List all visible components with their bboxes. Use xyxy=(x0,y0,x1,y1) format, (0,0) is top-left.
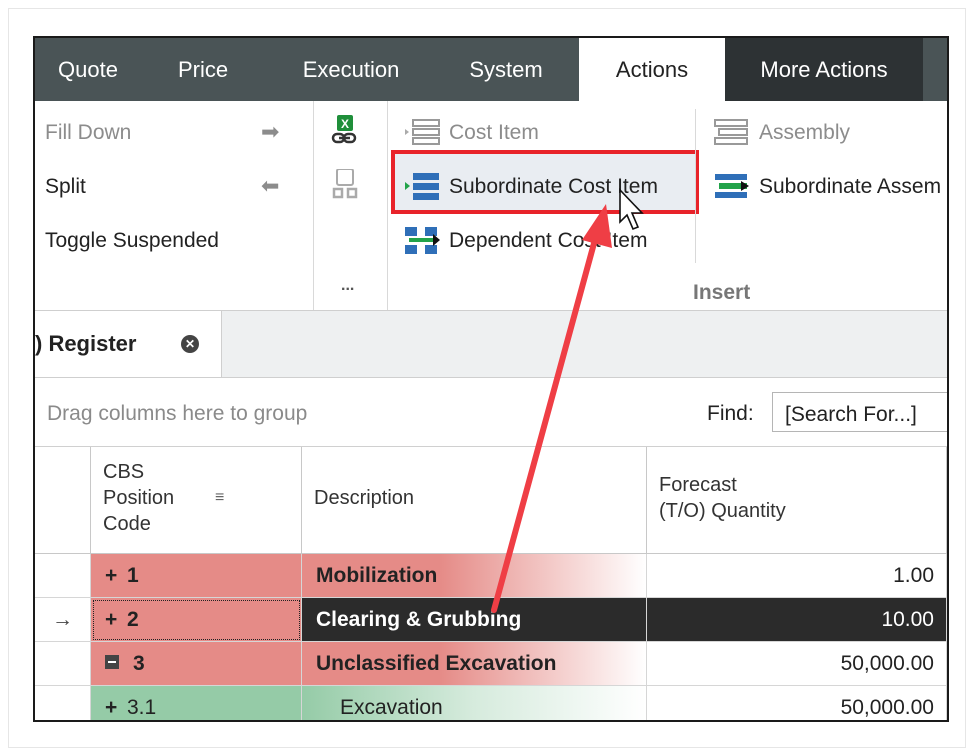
row-indicator xyxy=(35,686,91,720)
quantity-cell[interactable]: 50,000.00 xyxy=(647,686,947,720)
ribbon-separator xyxy=(313,101,314,310)
description-cell[interactable]: Clearing & Grubbing xyxy=(302,598,647,642)
quantity-cell[interactable]: 50,000.00 xyxy=(647,642,947,686)
app-window: Quote Price Execution System Actions Mor… xyxy=(33,36,949,722)
expand-icon[interactable]: + xyxy=(105,598,127,642)
dependent-cost-item-icon xyxy=(405,227,440,254)
table-row[interactable]: 3 Unclassified Excavation 50,000.00 xyxy=(35,642,947,686)
header-forecast-quantity[interactable]: Forecast (T/O) Quantity xyxy=(647,447,947,553)
split-button[interactable]: Split xyxy=(45,175,86,199)
grid-header: CBS Position Code ≡ Description Forecast… xyxy=(35,447,947,554)
toggle-suspended-button[interactable]: Toggle Suspended xyxy=(45,229,219,253)
cbs-code-cell[interactable]: 3 xyxy=(91,642,302,686)
header-text: Position xyxy=(103,487,175,509)
cbs-code: 1 xyxy=(127,564,139,587)
cbs-code-cell[interactable]: +2 xyxy=(91,598,302,642)
header-text: Description xyxy=(314,487,415,509)
tab-actions[interactable]: Actions xyxy=(579,38,725,101)
find-label: Find: xyxy=(707,402,754,425)
tab-system[interactable]: System xyxy=(445,38,567,101)
cost-grid: Drag columns here to group Find: CBS Pos… xyxy=(35,378,947,720)
cost-item-button[interactable]: Cost Item xyxy=(449,121,539,145)
quantity-cell[interactable]: 10.00 xyxy=(647,598,947,642)
assembly-button[interactable]: Assembly xyxy=(759,121,850,145)
header-text: Code xyxy=(103,513,151,535)
close-icon[interactable]: ✕ xyxy=(181,335,199,353)
header-indicator-cell xyxy=(35,447,91,553)
header-text: Forecast xyxy=(659,474,737,496)
subordinate-assembly-button[interactable]: Subordinate Assem xyxy=(759,175,941,199)
subordinate-cost-item-icon xyxy=(405,173,439,200)
row-indicator xyxy=(35,642,91,686)
insert-group-label: Insert xyxy=(693,281,751,304)
header-cbs-position-code[interactable]: CBS Position Code ≡ xyxy=(91,447,302,553)
table-row[interactable]: +1 Mobilization 1.00 xyxy=(35,554,947,598)
cost-item-icon xyxy=(405,119,440,145)
cbs-code: 2 xyxy=(127,608,139,631)
svg-text:X: X xyxy=(341,117,349,131)
arrow-left-icon: ⬅ xyxy=(261,173,280,198)
tab-execution[interactable]: Execution xyxy=(287,38,415,101)
ribbon-separator xyxy=(695,109,696,263)
tab-price[interactable]: Price xyxy=(153,38,253,101)
arrow-right-icon: ➡ xyxy=(261,119,280,144)
expand-icon[interactable]: + xyxy=(105,686,127,720)
assembly-icon xyxy=(714,119,748,145)
cbs-code-cell[interactable]: +1 xyxy=(91,554,302,598)
sort-icon[interactable]: ≡ xyxy=(215,489,224,507)
header-description[interactable]: Description xyxy=(302,447,647,553)
doc-tab-register[interactable]: ) Register ✕ xyxy=(35,311,222,377)
ribbon-separator xyxy=(387,101,388,310)
fill-down-button[interactable]: Fill Down xyxy=(45,121,131,145)
dependent-cost-item-button[interactable]: Dependent Cost Item xyxy=(449,229,647,253)
row-indicator: → xyxy=(35,598,91,642)
search-input[interactable] xyxy=(772,392,947,432)
header-text: CBS xyxy=(103,461,145,483)
collapse-icon[interactable] xyxy=(105,655,119,670)
doc-tab-label: ) Register xyxy=(35,331,137,356)
cbs-code: 3 xyxy=(133,652,145,675)
cbs-code: 3.1 xyxy=(127,696,157,719)
expand-icon[interactable]: + xyxy=(105,554,127,598)
unlink-icon[interactable] xyxy=(331,169,363,205)
group-hint-text: Drag columns here to group xyxy=(47,402,308,425)
ribbon-panel: Fill Down ➡ Split ⬅ Toggle Suspended X .… xyxy=(35,101,947,311)
cbs-code-cell[interactable]: +3.1 xyxy=(91,686,302,720)
ribbon-tab-bar: Quote Price Execution System Actions Mor… xyxy=(35,38,947,101)
tab-more-actions[interactable]: More Actions xyxy=(725,38,923,101)
table-row[interactable]: → +2 Clearing & Grubbing 10.00 xyxy=(35,598,947,642)
quantity-cell[interactable]: 1.00 xyxy=(647,554,947,598)
group-by-bar[interactable]: Drag columns here to group Find: xyxy=(35,378,947,447)
subordinate-cost-item-button[interactable]: Subordinate Cost Item xyxy=(449,175,658,199)
excel-link-icon[interactable]: X xyxy=(331,115,363,151)
tab-quote[interactable]: Quote xyxy=(35,38,141,101)
description-cell[interactable]: Excavation xyxy=(302,686,647,720)
document-tab-strip: ) Register ✕ xyxy=(35,311,947,378)
header-text: (T/O) Quantity xyxy=(659,500,786,522)
row-indicator xyxy=(35,554,91,598)
description-cell[interactable]: Unclassified Excavation xyxy=(302,642,647,686)
description-cell[interactable]: Mobilization xyxy=(302,554,647,598)
more-options-button[interactable]: ... xyxy=(341,277,354,295)
subordinate-assembly-icon xyxy=(715,174,749,198)
table-row[interactable]: +3.1 Excavation 50,000.00 xyxy=(35,686,947,720)
